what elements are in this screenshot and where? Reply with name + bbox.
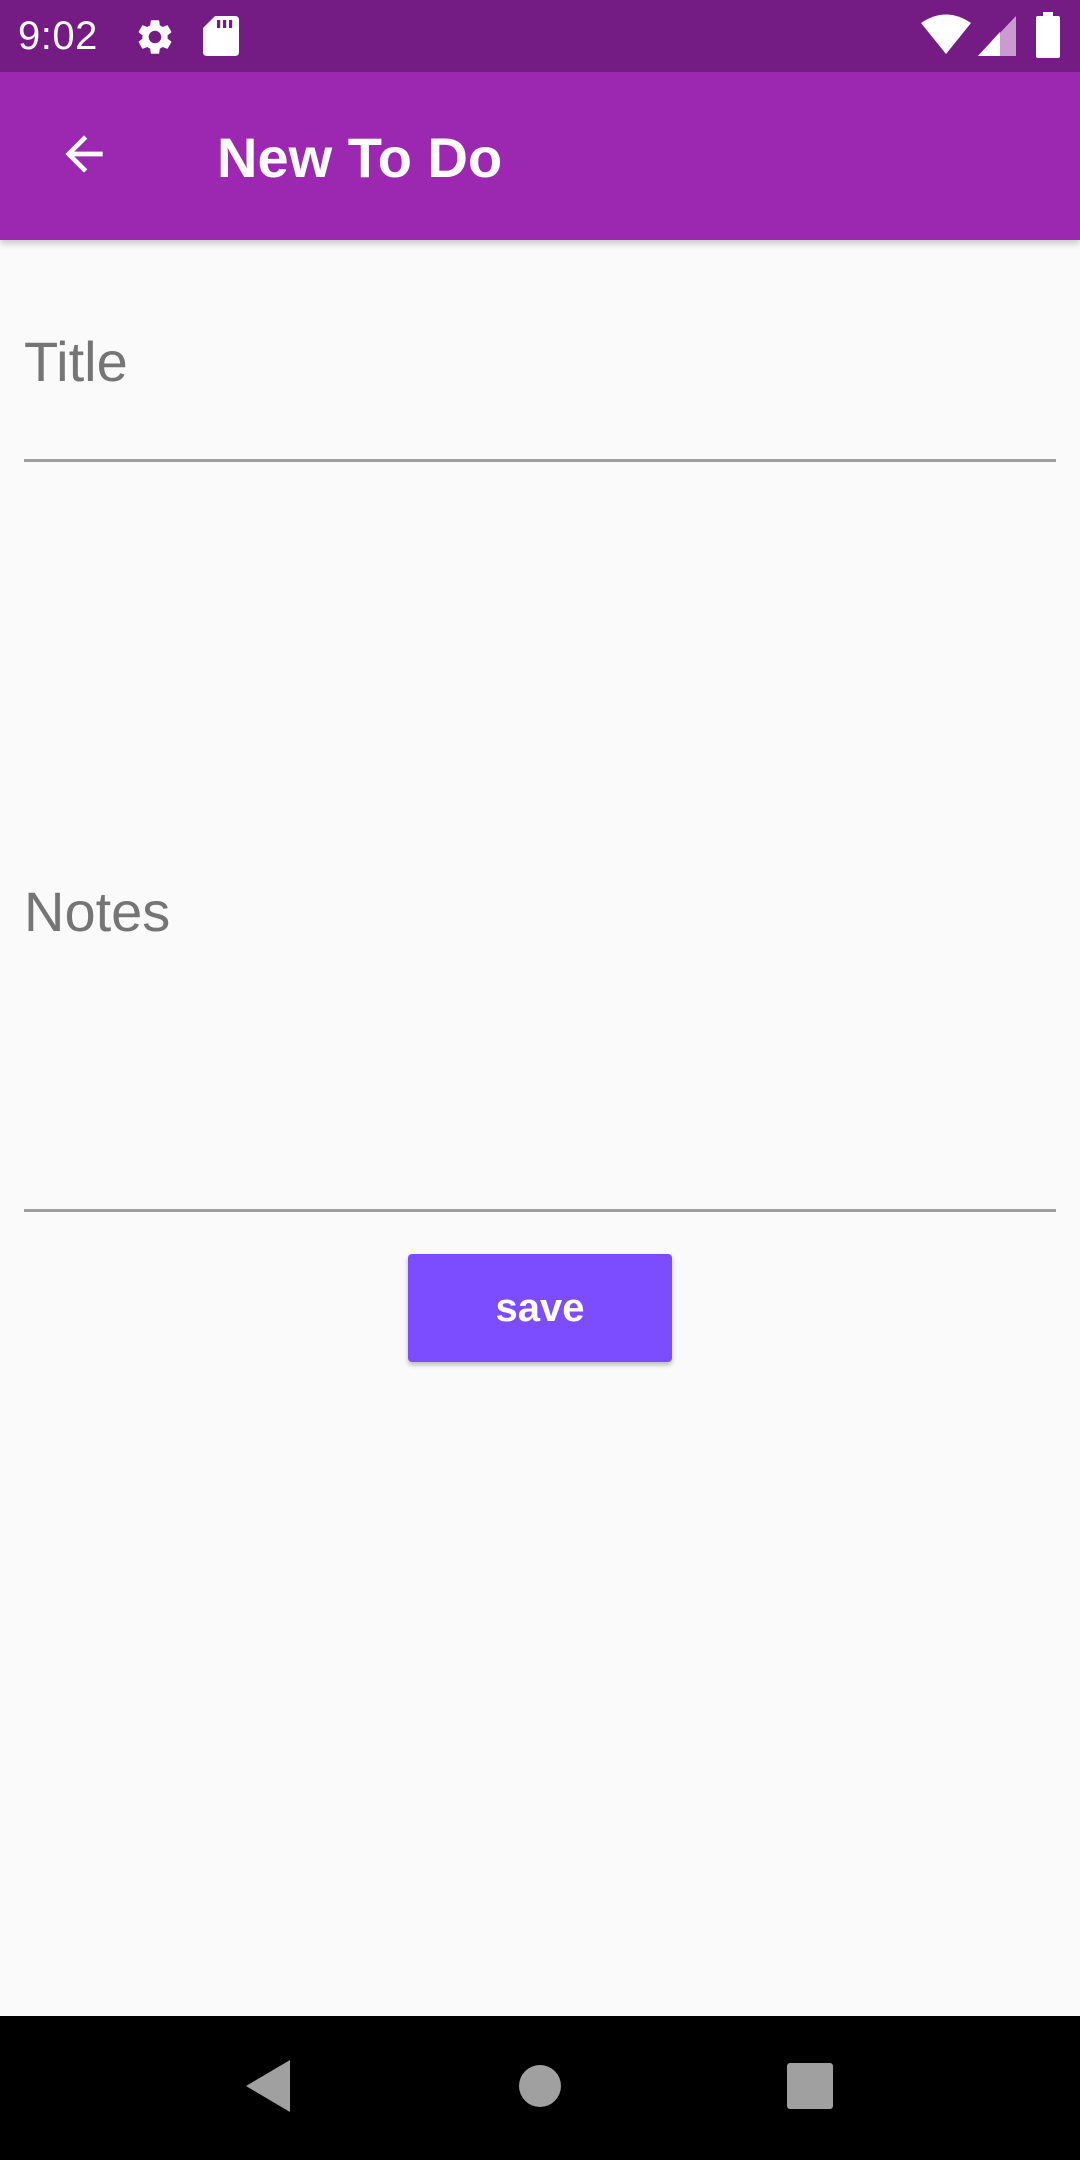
sd-card-icon [203,16,239,56]
title-input[interactable]: Title [24,300,1056,464]
back-button[interactable] [36,108,132,204]
title-input-placeholder: Title [24,330,128,393]
system-nav-bar [0,2016,1080,2160]
recents-square-icon [787,2062,833,2114]
app-bar: New To Do [0,72,1080,240]
status-bar: 9:02 [0,0,1080,72]
nav-home-button[interactable] [504,2052,576,2124]
settings-icon [134,16,176,58]
title-input-underline [24,459,1056,462]
wifi-icon [921,14,971,56]
arrow-back-icon [56,126,112,187]
page-title: New To Do [217,126,503,189]
nav-recents-button[interactable] [774,2052,846,2124]
status-time: 9:02 [18,14,98,58]
cell-signal-icon [978,16,1016,56]
home-circle-icon [518,2064,562,2113]
notes-input-underline [24,1209,1056,1212]
battery-icon [1036,12,1060,58]
notes-input-placeholder: Notes [24,880,171,943]
notes-input[interactable]: Notes [24,850,1056,1214]
save-button[interactable]: save [408,1254,672,1362]
nav-back-button[interactable] [232,2052,304,2124]
back-triangle-icon [244,2059,292,2117]
